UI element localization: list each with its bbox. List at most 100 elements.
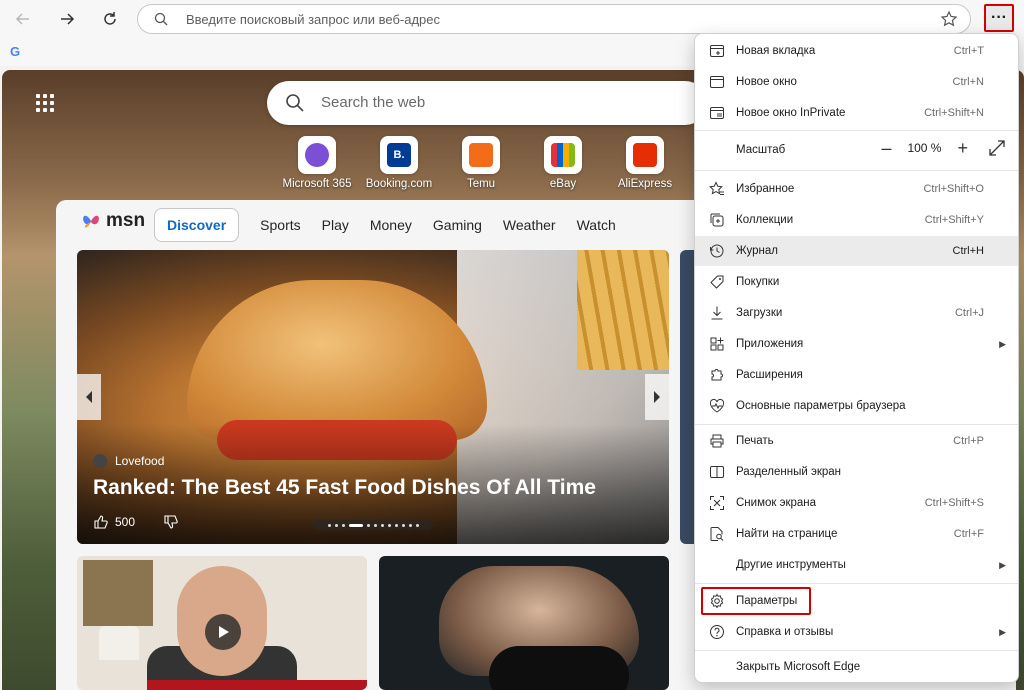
find-on-page-icon xyxy=(710,527,724,541)
menu-shortcut: Ctrl+Shift+O xyxy=(923,183,984,195)
submenu-arrow-icon: ▶ xyxy=(999,559,1006,570)
tile-label: Booking.com xyxy=(365,178,433,190)
tile-label: Microsoft 365 xyxy=(282,178,352,190)
favorites-icon xyxy=(709,181,724,195)
carousel-indicator[interactable] xyxy=(313,520,433,530)
search-icon xyxy=(154,12,168,26)
menu-item-print[interactable]: Печать Ctrl+P xyxy=(695,426,1018,456)
forward-arrow-icon xyxy=(61,13,75,25)
address-bar[interactable]: Введите поисковый запрос или веб-адрес xyxy=(137,4,971,34)
menu-item-browser-essentials[interactable]: Основные параметры браузера xyxy=(695,391,1018,421)
carousel-prev-button[interactable] xyxy=(77,374,101,420)
menu-label: Печать xyxy=(736,435,774,447)
ebay-icon xyxy=(551,143,575,167)
menu-item-new-tab[interactable]: Новая вкладка Ctrl+T xyxy=(695,36,1018,66)
app-launcher-icon[interactable] xyxy=(36,94,56,114)
hero-article-card[interactable]: Lovefood Ranked: The Best 45 Fast Food D… xyxy=(77,250,669,544)
new-tab-icon xyxy=(710,45,724,57)
tab-sports[interactable]: Sports xyxy=(260,217,300,233)
tab-play[interactable]: Play xyxy=(322,217,349,233)
shopping-tag-icon xyxy=(710,275,724,289)
article-title[interactable]: Ranked: The Best 45 Fast Food Dishes Of … xyxy=(93,476,596,500)
msn-logo-text: msn xyxy=(106,210,146,231)
menu-label: Загрузки xyxy=(736,307,783,319)
favorite-star-icon[interactable] xyxy=(940,10,958,28)
menu-item-more-tools[interactable]: Другие инструменты ▶ xyxy=(695,550,1018,580)
video-article-card[interactable] xyxy=(77,556,367,690)
microsoft-365-icon xyxy=(305,143,329,167)
menu-item-apps[interactable]: Приложения ▶ xyxy=(695,329,1018,359)
zoom-level: 100 % xyxy=(907,141,942,155)
menu-label: Найти на странице xyxy=(736,528,838,540)
tab-watch[interactable]: Watch xyxy=(577,217,616,233)
fullscreen-icon[interactable] xyxy=(988,139,1006,157)
menu-shortcut: Ctrl+P xyxy=(953,435,984,447)
back-arrow-icon xyxy=(15,13,29,25)
menu-item-collections[interactable]: Коллекции Ctrl+Shift+Y xyxy=(695,205,1018,235)
photo-article-card[interactable] xyxy=(379,556,669,690)
menu-label: Коллекции xyxy=(736,214,794,226)
menu-shortcut: Ctrl+F xyxy=(953,528,984,540)
temu-icon xyxy=(469,143,493,167)
menu-item-new-window[interactable]: Новое окно Ctrl+N xyxy=(695,67,1018,97)
settings-and-more-menu: Новая вкладка Ctrl+T Новое окно Ctrl+N Н… xyxy=(694,33,1019,683)
tile-temu[interactable]: Temu xyxy=(436,136,526,190)
extensions-puzzle-icon xyxy=(711,369,723,381)
menu-item-split-screen[interactable]: Разделенный экран xyxy=(695,457,1018,487)
menu-item-find[interactable]: Найти на странице Ctrl+F xyxy=(695,519,1018,549)
tab-weather[interactable]: Weather xyxy=(503,217,556,233)
zoom-in-button[interactable]: + xyxy=(957,139,968,157)
menu-item-inprivate[interactable]: Новое окно InPrivate Ctrl+Shift+N xyxy=(695,98,1018,128)
thumbs-down-icon[interactable] xyxy=(163,514,179,530)
menu-item-screenshot[interactable]: Снимок экрана Ctrl+Shift+S xyxy=(695,488,1018,518)
source-logo-icon xyxy=(93,454,107,468)
menu-label: Новая вкладка xyxy=(736,45,816,57)
menu-item-history[interactable]: Журнал Ctrl+H xyxy=(695,236,1018,266)
search-icon xyxy=(286,94,304,112)
menu-item-close-edge[interactable]: Закрыть Microsoft Edge xyxy=(695,652,1018,682)
back-button[interactable] xyxy=(8,4,38,34)
settings-gear-icon xyxy=(710,593,724,609)
menu-item-favorites[interactable]: Избранное Ctrl+Shift+O xyxy=(695,174,1018,204)
tab-money[interactable]: Money xyxy=(370,217,412,233)
tile-ebay[interactable]: eBay xyxy=(518,136,608,190)
refresh-button[interactable] xyxy=(95,4,125,34)
msn-butterfly-icon xyxy=(83,215,99,228)
tile-microsoft-365[interactable]: Microsoft 365 xyxy=(272,136,362,190)
zoom-out-button[interactable]: – xyxy=(881,139,891,157)
tile-label: AliExpress xyxy=(617,178,673,190)
heart-pulse-icon xyxy=(709,398,725,413)
msn-nav: Discover Sports Play Money Gaming Weathe… xyxy=(154,208,637,242)
card-image-sign xyxy=(83,560,153,626)
menu-item-extensions[interactable]: Расширения xyxy=(695,360,1018,390)
menu-item-shopping[interactable]: Покупки xyxy=(695,267,1018,297)
hero-image-burger xyxy=(187,280,487,440)
menu-label: Избранное xyxy=(736,183,795,195)
play-button[interactable] xyxy=(205,614,241,650)
web-search-box[interactable]: Search the web xyxy=(267,81,707,125)
menu-label: Разделенный экран xyxy=(736,466,842,478)
tab-discover[interactable]: Discover xyxy=(154,208,240,242)
tile-booking[interactable]: B. Booking.com xyxy=(354,136,444,190)
search-placeholder: Search the web xyxy=(321,94,426,111)
google-icon[interactable]: G xyxy=(10,44,20,59)
menu-item-help[interactable]: Справка и отзывы ▶ xyxy=(695,617,1018,647)
carousel-next-button[interactable] xyxy=(645,374,669,420)
downloads-icon xyxy=(711,306,723,320)
msn-logo[interactable]: msn xyxy=(80,210,145,232)
hero-image-fries xyxy=(577,250,669,370)
menu-item-downloads[interactable]: Загрузки Ctrl+J xyxy=(695,298,1018,328)
menu-separator xyxy=(695,650,1018,651)
menu-shortcut: Ctrl+T xyxy=(953,45,984,57)
tile-aliexpress[interactable]: AliExpress xyxy=(600,136,690,190)
settings-and-more-button[interactable]: ··· xyxy=(984,4,1014,32)
menu-label: Снимок экрана xyxy=(736,497,817,509)
menu-label: Параметры xyxy=(736,595,798,607)
forward-button[interactable] xyxy=(52,4,82,34)
menu-label: Масштаб xyxy=(736,144,786,156)
more-icon: ··· xyxy=(991,9,1007,26)
menu-item-settings[interactable]: Параметры xyxy=(695,586,1018,616)
thumbs-up-icon[interactable] xyxy=(93,514,109,530)
tab-gaming[interactable]: Gaming xyxy=(433,217,482,233)
zoom-controls: – 100 % + xyxy=(881,139,1006,157)
